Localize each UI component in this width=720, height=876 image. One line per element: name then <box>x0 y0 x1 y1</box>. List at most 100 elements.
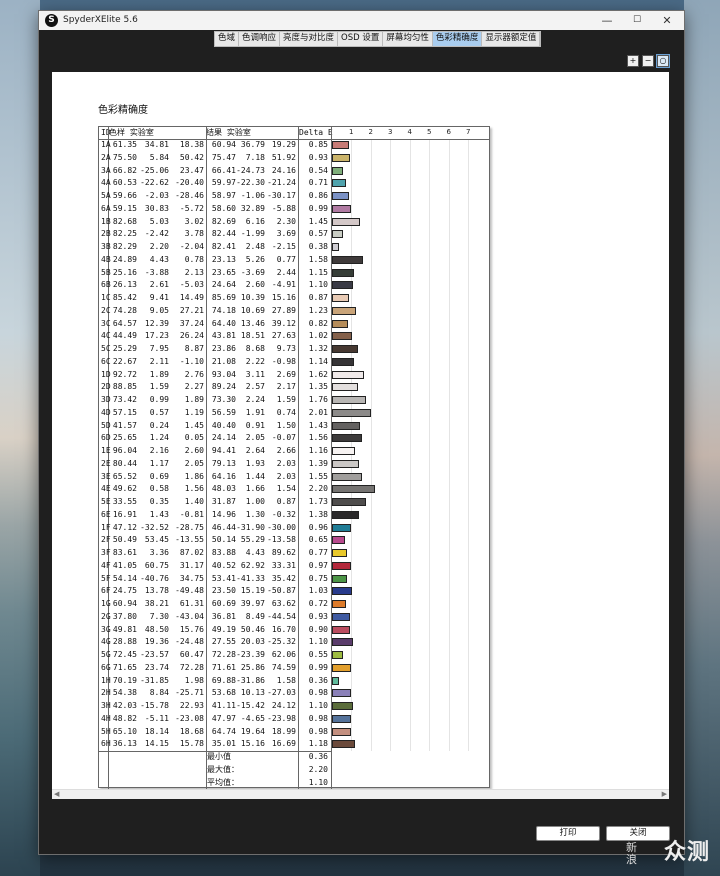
sample-a: 1.17 <box>149 458 169 468</box>
delta-e-value: 1.14 <box>308 356 328 366</box>
tab-2[interactable]: 亮度与对比度 <box>280 32 339 46</box>
delta-e-bar <box>332 319 348 328</box>
print-button[interactable]: 打印 <box>536 826 600 841</box>
title-bar[interactable]: S SpyderXElite 5.6 — ☐ ✕ <box>39 11 684 30</box>
sample-a: -2.42 <box>144 229 169 239</box>
scale-gridline <box>351 139 352 751</box>
result-b: -2.15 <box>271 242 296 251</box>
delta-e-value: 1.38 <box>308 509 328 519</box>
close-window-button[interactable]: ✕ <box>657 13 677 28</box>
result-b: 1.59 <box>276 395 296 404</box>
maximize-button[interactable]: ☐ <box>627 13 647 28</box>
sample-a: 7.30 <box>149 611 169 621</box>
sample-b: 87.02 <box>179 548 204 557</box>
delta-e-bar <box>332 179 346 188</box>
delta-e-value: 1.10 <box>308 701 328 710</box>
tab-0[interactable]: 色域 <box>215 32 240 46</box>
sample-b: -5.72 <box>179 203 204 213</box>
sample-l: 92.72 <box>112 369 137 379</box>
result-b: -4.91 <box>271 280 296 290</box>
result-a: 0.91 <box>245 420 265 430</box>
delta-e-bar <box>332 421 360 430</box>
result-l: 40.40 <box>211 420 236 430</box>
sample-l: 42.03 <box>112 701 137 710</box>
tab-1[interactable]: 色调响应 <box>239 32 281 46</box>
scroll-left-icon[interactable]: ◀ <box>54 790 59 799</box>
result-a: -1.06 <box>240 191 265 200</box>
result-l: 27.55 <box>211 637 236 647</box>
delta-e-value: 1.39 <box>308 458 328 468</box>
scale-tick: 3 <box>388 128 393 136</box>
result-b: -0.32 <box>271 509 296 519</box>
result-a: 2.05 <box>245 433 265 443</box>
sample-b: 2.27 <box>184 382 204 392</box>
delta-e-bar <box>332 485 375 494</box>
result-l: 82.69 <box>211 216 236 226</box>
sample-l: 82.68 <box>112 216 137 226</box>
sample-a: 0.69 <box>149 471 169 481</box>
tab-5[interactable]: 色彩精确度 <box>432 32 483 46</box>
sample-b: 26.24 <box>179 331 204 341</box>
sample-b: -20.40 <box>175 178 204 188</box>
result-l: 83.88 <box>211 548 236 557</box>
sample-l: 44.49 <box>112 331 137 341</box>
tab-6[interactable]: 显示器额定值 <box>482 32 541 46</box>
delta-e-value: 1.62 <box>308 369 328 379</box>
result-a: 39.97 <box>240 599 265 608</box>
result-b: 62.06 <box>271 650 296 659</box>
sample-b: -13.55 <box>175 535 204 545</box>
result-a: -23.39 <box>236 650 265 659</box>
summary-value: 1.10 <box>308 777 328 787</box>
delta-e-bar <box>332 612 351 621</box>
result-a: 2.48 <box>245 242 265 251</box>
result-a: -31.90 <box>236 522 265 532</box>
delta-e-bar <box>332 459 360 468</box>
delta-e-value: 0.93 <box>308 152 328 162</box>
delta-e-value: 1.76 <box>308 395 328 404</box>
sample-a: 5.03 <box>149 216 169 226</box>
sample-b: 22.93 <box>179 701 204 710</box>
result-b: 89.62 <box>271 548 296 557</box>
delta-e-value: 1.73 <box>308 497 328 506</box>
delta-e-bar <box>332 536 345 545</box>
result-l: 74.18 <box>211 305 236 315</box>
delta-e-value: 2.20 <box>308 484 328 494</box>
result-a: -31.86 <box>236 675 265 685</box>
result-b: -21.24 <box>267 178 296 188</box>
zoom-fit-icon[interactable]: ○ <box>656 54 670 68</box>
result-l: 47.97 <box>211 713 236 723</box>
horizontal-scrollbar[interactable]: ◀ ▶ <box>52 789 669 799</box>
result-a: 25.86 <box>240 662 265 672</box>
result-l: 89.24 <box>211 382 236 392</box>
result-l: 24.64 <box>211 280 236 290</box>
delta-e-value: 1.32 <box>308 344 328 353</box>
result-a: 7.18 <box>245 152 265 162</box>
minimize-button[interactable]: — <box>597 13 617 28</box>
sample-l: 41.05 <box>112 560 137 570</box>
delta-e-bar <box>332 549 347 557</box>
scale-gridline <box>448 139 450 751</box>
sample-b: 18.68 <box>179 726 204 736</box>
scroll-right-icon[interactable]: ▶ <box>662 790 667 799</box>
app-window: S SpyderXElite 5.6 — ☐ ✕ 色域 色调响应 亮度与对比度 OSD… <box>38 10 685 855</box>
delta-e-value: 0.71 <box>308 178 328 188</box>
result-a: 55.29 <box>240 535 265 545</box>
result-a: 1.93 <box>245 458 265 468</box>
delta-e-bar <box>332 600 347 608</box>
result-b: 1.50 <box>276 420 296 430</box>
sample-l: 59.66 <box>112 191 137 200</box>
zoom-out-icon[interactable]: − <box>642 55 654 67</box>
tab-4[interactable]: 屏幕均匀性 <box>383 32 433 46</box>
result-a: -4.65 <box>240 713 265 723</box>
zoom-in-icon[interactable]: + <box>627 55 639 67</box>
delta-e-bar <box>332 434 363 443</box>
tab-3[interactable]: OSD 设置 <box>338 32 384 46</box>
sample-b: 2.13 <box>184 267 204 277</box>
scale-tick: 6 <box>446 128 451 136</box>
result-a: -3.69 <box>240 267 265 277</box>
result-l: 23.50 <box>211 586 236 596</box>
sample-a: 2.16 <box>149 446 169 455</box>
result-b: -44.54 <box>267 611 296 621</box>
sample-a: 0.35 <box>149 497 169 506</box>
close-button[interactable]: 关闭 <box>606 826 670 841</box>
